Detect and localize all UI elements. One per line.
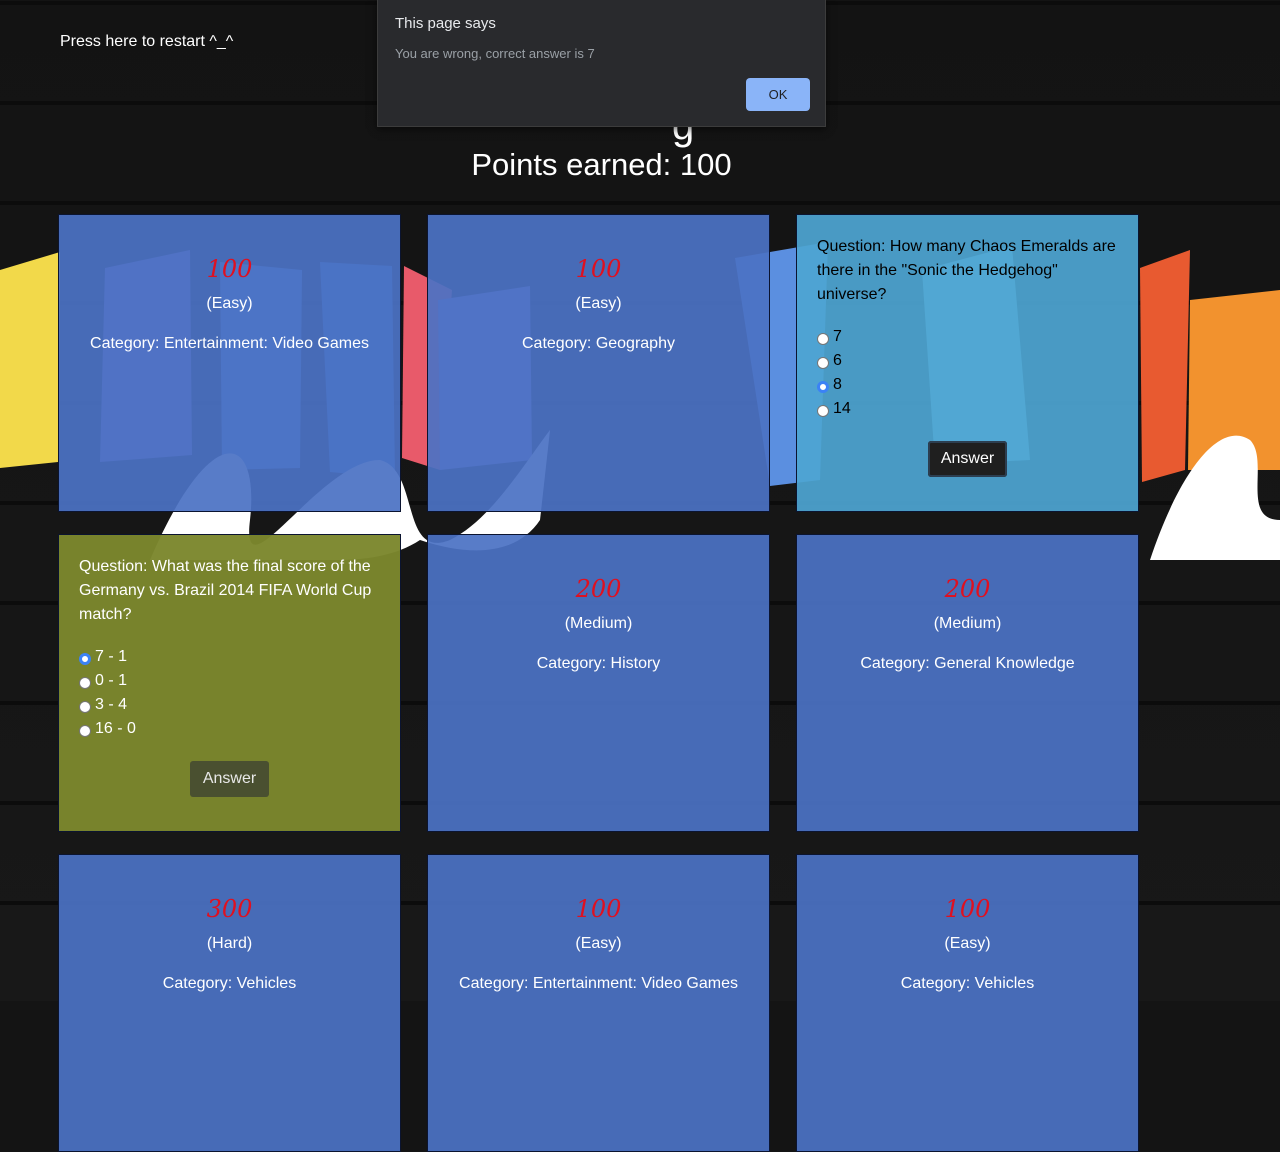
answer-option[interactable]: 7 bbox=[817, 325, 1118, 349]
card-points: 100 bbox=[206, 255, 253, 283]
option-label: 7 - 1 bbox=[95, 648, 128, 665]
radio-button[interactable] bbox=[79, 677, 91, 689]
dialog-message: You are wrong, correct answer is 7 bbox=[395, 46, 595, 61]
answer-button[interactable]: Answer bbox=[189, 761, 270, 797]
card-difficulty: (Easy) bbox=[575, 295, 622, 312]
radio-button[interactable] bbox=[817, 333, 829, 345]
radio-button[interactable] bbox=[79, 725, 91, 737]
card-difficulty: (Medium) bbox=[933, 615, 1002, 632]
option-label: 14 bbox=[833, 400, 851, 417]
question-card: Question: What was the final score of th… bbox=[58, 534, 401, 832]
card-points: 100 bbox=[575, 255, 622, 283]
answer-option[interactable]: 8 bbox=[817, 373, 1118, 397]
radio-button-selected[interactable] bbox=[817, 381, 829, 393]
card-tile[interactable]: 200 (Medium) Category: History bbox=[427, 534, 770, 832]
alert-dialog: This page says You are wrong, correct an… bbox=[377, 0, 826, 127]
card-category: Category: Entertainment: Video Games bbox=[459, 975, 738, 992]
answer-button[interactable]: Answer bbox=[927, 441, 1008, 477]
question-text: Question: How many Chaos Emeralds are th… bbox=[817, 238, 1116, 303]
card-tile[interactable]: 300 (Hard) Category: Vehicles bbox=[58, 854, 401, 1152]
radio-button-selected[interactable] bbox=[79, 653, 91, 665]
card-tile[interactable]: 200 (Medium) Category: General Knowledge bbox=[796, 534, 1139, 832]
radio-button[interactable] bbox=[817, 405, 829, 417]
card-difficulty: (Hard) bbox=[206, 935, 253, 952]
option-label: 7 bbox=[833, 328, 842, 345]
points-earned: Points earned: 100 bbox=[471, 147, 732, 182]
answer-option[interactable]: 0 - 1 bbox=[79, 669, 380, 693]
card-category: Category: Vehicles bbox=[900, 975, 1035, 992]
card-tile[interactable]: 100 (Easy) Category: Entertainment: Vide… bbox=[58, 214, 401, 512]
card-difficulty: (Easy) bbox=[944, 935, 991, 952]
card-difficulty: (Easy) bbox=[575, 935, 622, 952]
card-difficulty: (Medium) bbox=[564, 615, 633, 632]
option-label: 0 - 1 bbox=[95, 672, 128, 689]
dialog-ok-button[interactable]: OK bbox=[746, 78, 810, 111]
card-points: 200 bbox=[575, 575, 622, 603]
card-tile[interactable]: 100 (Easy) Category: Vehicles bbox=[796, 854, 1139, 1152]
option-label: 3 - 4 bbox=[95, 696, 128, 713]
dialog-title: This page says bbox=[395, 15, 496, 32]
question-text: Question: What was the final score of th… bbox=[79, 558, 372, 623]
answer-option[interactable]: 14 bbox=[817, 397, 1118, 421]
option-label: 6 bbox=[833, 352, 842, 369]
card-tile[interactable]: 100 (Easy) Category: Geography bbox=[427, 214, 770, 512]
radio-button[interactable] bbox=[817, 357, 829, 369]
option-label: 16 - 0 bbox=[95, 720, 136, 737]
card-category: Category: Vehicles bbox=[162, 975, 297, 992]
option-label: 8 bbox=[833, 376, 842, 393]
restart-link[interactable]: Press here to restart ^_^ bbox=[60, 33, 233, 51]
card-category: Category: General Knowledge bbox=[860, 655, 1075, 672]
card-category: Category: Entertainment: Video Games bbox=[90, 335, 369, 352]
card-difficulty: (Easy) bbox=[206, 295, 253, 312]
card-points: 100 bbox=[575, 895, 622, 923]
card-category: Category: Geography bbox=[522, 335, 675, 352]
radio-button[interactable] bbox=[79, 701, 91, 713]
card-tile[interactable]: 100 (Easy) Category: Entertainment: Vide… bbox=[427, 854, 770, 1152]
card-points: 200 bbox=[944, 575, 991, 603]
answer-option[interactable]: 7 - 1 bbox=[79, 645, 380, 669]
card-category: Category: History bbox=[536, 655, 661, 672]
card-points: 300 bbox=[206, 895, 253, 923]
answer-option[interactable]: 3 - 4 bbox=[79, 693, 380, 717]
answer-option[interactable]: 6 bbox=[817, 349, 1118, 373]
answer-option[interactable]: 16 - 0 bbox=[79, 717, 380, 741]
question-card: Question: How many Chaos Emeralds are th… bbox=[796, 214, 1139, 512]
card-points: 100 bbox=[944, 895, 991, 923]
